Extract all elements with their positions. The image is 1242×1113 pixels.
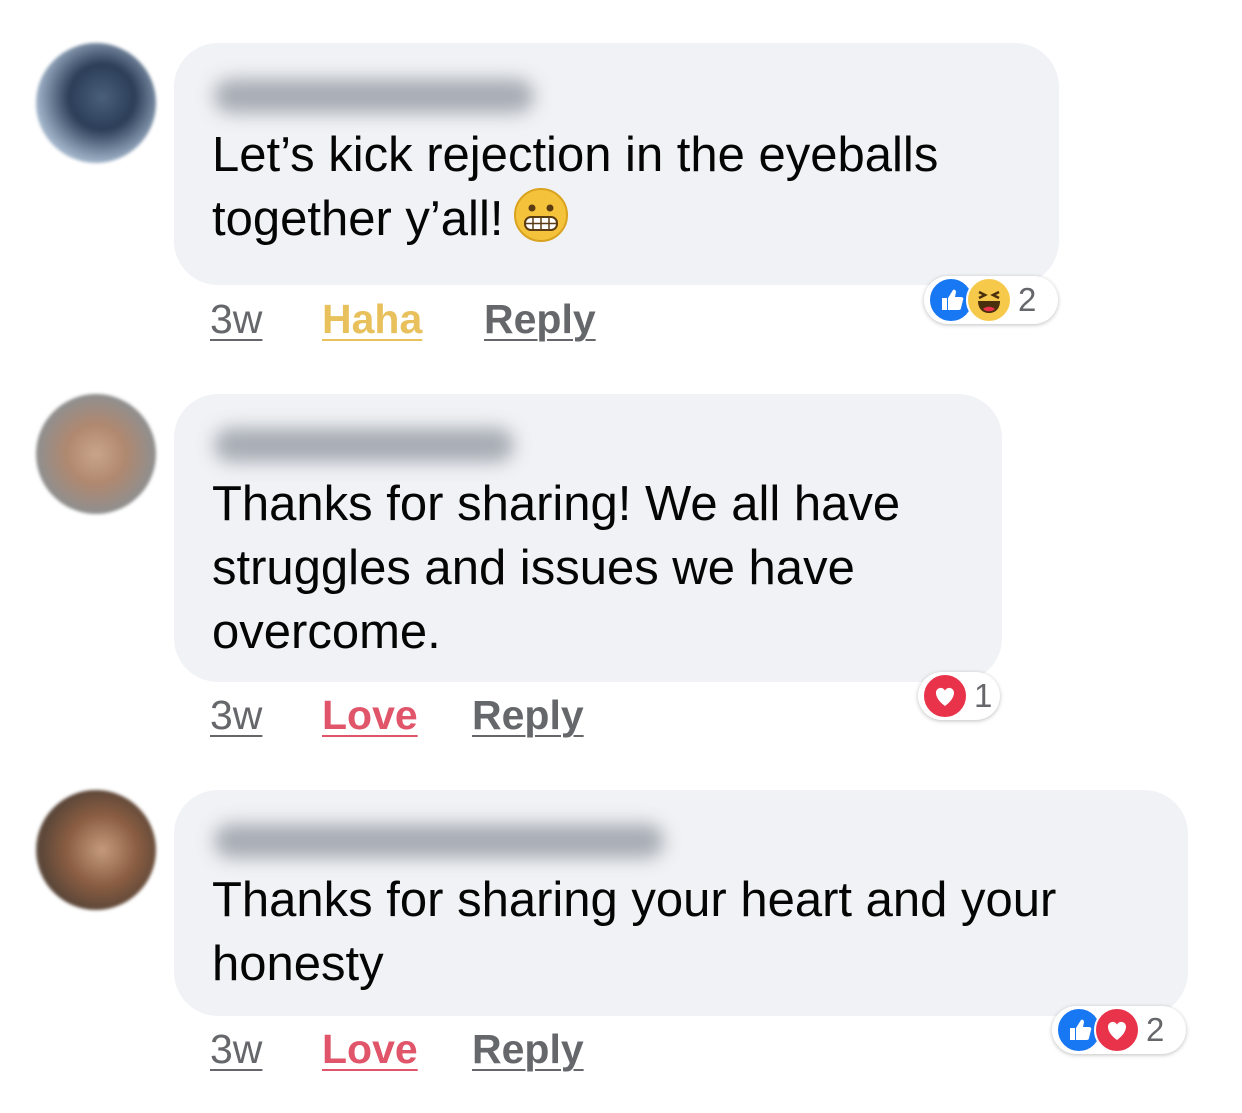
comment-text: Thanks for sharing your heart and your h… (212, 873, 1057, 991)
comment-text-line-2: together y’all! (212, 187, 1029, 251)
reply-button[interactable]: Reply (472, 690, 584, 740)
reaction-count: 2 (1018, 281, 1037, 318)
love-icon (1094, 1007, 1140, 1053)
comment-text-line-1: Let’s kick rejection in the eyeballs (212, 128, 939, 182)
timestamp-link[interactable]: 3w (210, 1024, 262, 1074)
reaction-count: 1 (974, 677, 993, 714)
haha-icon (966, 277, 1012, 323)
reaction-summary[interactable]: 1 (918, 672, 1000, 720)
author-name-blurred[interactable] (214, 824, 664, 858)
avatar[interactable] (36, 394, 156, 514)
love-reaction-button[interactable]: Love (322, 1024, 418, 1074)
timestamp-link[interactable]: 3w (210, 294, 262, 344)
reaction-summary[interactable]: 2 (924, 276, 1058, 324)
comment-bubble: Thanks for sharing! We all have struggle… (174, 394, 1002, 682)
love-reaction-button[interactable]: Love (322, 690, 418, 740)
comment-bubble: Let’s kick rejection in the eyeballs tog… (174, 43, 1059, 285)
love-icon (922, 673, 968, 719)
timestamp-link[interactable]: 3w (210, 690, 262, 740)
author-name-blurred[interactable] (214, 79, 534, 113)
comment-bubble: Thanks for sharing your heart and your h… (174, 790, 1188, 1016)
comment-text: Let’s kick rejection in the eyeballs tog… (212, 123, 1029, 251)
comment-text-line-2-text: together y’all! (212, 192, 504, 246)
avatar[interactable] (36, 43, 156, 163)
avatar[interactable] (36, 790, 156, 910)
grimacing-face-icon (514, 188, 569, 242)
author-name-blurred[interactable] (214, 428, 514, 462)
reply-button[interactable]: Reply (472, 1024, 584, 1074)
reaction-count: 2 (1146, 1011, 1165, 1048)
haha-reaction-button[interactable]: Haha (322, 294, 422, 344)
comment-text: Thanks for sharing! We all have struggle… (212, 477, 901, 659)
reply-button[interactable]: Reply (484, 294, 596, 344)
reaction-summary[interactable]: 2 (1052, 1006, 1186, 1054)
